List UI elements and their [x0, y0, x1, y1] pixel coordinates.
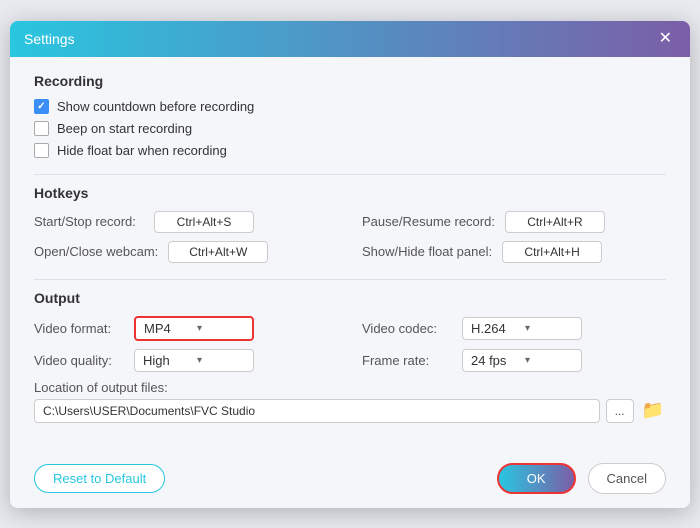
cancel-button[interactable]: Cancel	[588, 463, 666, 494]
video-codec-value: H.264	[471, 321, 519, 336]
recording-section-title: Recording	[34, 73, 666, 89]
output-grid: Video format: MP4 ▾ Video codec: H.264 ▾…	[34, 316, 666, 372]
output-label-codec: Video codec:	[362, 321, 452, 336]
video-quality-select[interactable]: High ▾	[134, 349, 254, 372]
frame-rate-select[interactable]: 24 fps ▾	[462, 349, 582, 372]
floatbar-row: Hide float bar when recording	[34, 143, 666, 158]
footer: Reset to Default OK Cancel	[10, 453, 690, 508]
beep-row: Beep on start recording	[34, 121, 666, 136]
hotkey-row-startstop: Start/Stop record:	[34, 211, 338, 233]
countdown-checkbox[interactable]	[34, 99, 49, 114]
hotkey-input-pauseresume[interactable]	[505, 211, 605, 233]
hotkey-label-startstop: Start/Stop record:	[34, 214, 144, 229]
frame-rate-value: 24 fps	[471, 353, 519, 368]
dialog-title: Settings	[24, 31, 75, 47]
output-section-title: Output	[34, 290, 666, 306]
hotkeys-section: Hotkeys Start/Stop record: Pause/Resume …	[34, 185, 666, 263]
output-row-codec: Video codec: H.264 ▾	[362, 316, 666, 341]
chevron-down-icon: ▾	[525, 355, 573, 366]
hotkey-input-webcam[interactable]	[168, 241, 268, 263]
hotkey-row-webcam: Open/Close webcam:	[34, 241, 338, 263]
chevron-down-icon: ▾	[197, 323, 244, 334]
hotkey-label-floatpanel: Show/Hide float panel:	[362, 244, 492, 259]
content-area: Recording Show countdown before recordin…	[10, 57, 690, 453]
chevron-down-icon: ▾	[197, 355, 245, 366]
output-row-quality: Video quality: High ▾	[34, 349, 338, 372]
hotkey-input-startstop[interactable]	[154, 211, 254, 233]
hotkey-row-pauseresume: Pause/Resume record:	[362, 211, 666, 233]
hotkey-label-webcam: Open/Close webcam:	[34, 244, 158, 259]
chevron-down-icon: ▾	[525, 323, 573, 334]
divider-1	[34, 174, 666, 175]
output-label-quality: Video quality:	[34, 353, 124, 368]
output-row-format: Video format: MP4 ▾	[34, 316, 338, 341]
divider-2	[34, 279, 666, 280]
footer-right: OK Cancel	[497, 463, 666, 494]
countdown-label: Show countdown before recording	[57, 99, 254, 114]
beep-label: Beep on start recording	[57, 121, 192, 136]
hotkey-label-pauseresume: Pause/Resume record:	[362, 214, 495, 229]
path-browse-button[interactable]: ...	[606, 399, 634, 423]
output-label-format: Video format:	[34, 321, 124, 336]
video-quality-value: High	[143, 353, 191, 368]
path-row: Location of output files: ... 📁	[34, 380, 666, 423]
hotkey-row-floatpanel: Show/Hide float panel:	[362, 241, 666, 263]
close-button[interactable]: ✕	[655, 29, 676, 49]
reset-button[interactable]: Reset to Default	[34, 464, 165, 493]
folder-icon-button[interactable]: 📁	[640, 400, 666, 421]
path-label: Location of output files:	[34, 380, 666, 395]
floatbar-label: Hide float bar when recording	[57, 143, 227, 158]
ok-button[interactable]: OK	[497, 463, 576, 494]
recording-section: Recording Show countdown before recordin…	[34, 73, 666, 158]
hotkeys-section-title: Hotkeys	[34, 185, 666, 201]
settings-dialog: Settings ✕ Recording Show countdown befo…	[10, 21, 690, 508]
titlebar: Settings ✕	[10, 21, 690, 57]
floatbar-checkbox[interactable]	[34, 143, 49, 158]
output-section: Output Video format: MP4 ▾ Video codec: …	[34, 290, 666, 423]
video-format-select[interactable]: MP4 ▾	[134, 316, 254, 341]
output-label-framerate: Frame rate:	[362, 353, 452, 368]
countdown-row: Show countdown before recording	[34, 99, 666, 114]
hotkeys-grid: Start/Stop record: Pause/Resume record: …	[34, 211, 666, 263]
hotkey-input-floatpanel[interactable]	[502, 241, 602, 263]
video-codec-select[interactable]: H.264 ▾	[462, 317, 582, 340]
path-input[interactable]	[34, 399, 600, 423]
path-input-row: ... 📁	[34, 399, 666, 423]
folder-icon: 📁	[642, 400, 664, 420]
output-row-framerate: Frame rate: 24 fps ▾	[362, 349, 666, 372]
video-format-value: MP4	[144, 321, 191, 336]
beep-checkbox[interactable]	[34, 121, 49, 136]
